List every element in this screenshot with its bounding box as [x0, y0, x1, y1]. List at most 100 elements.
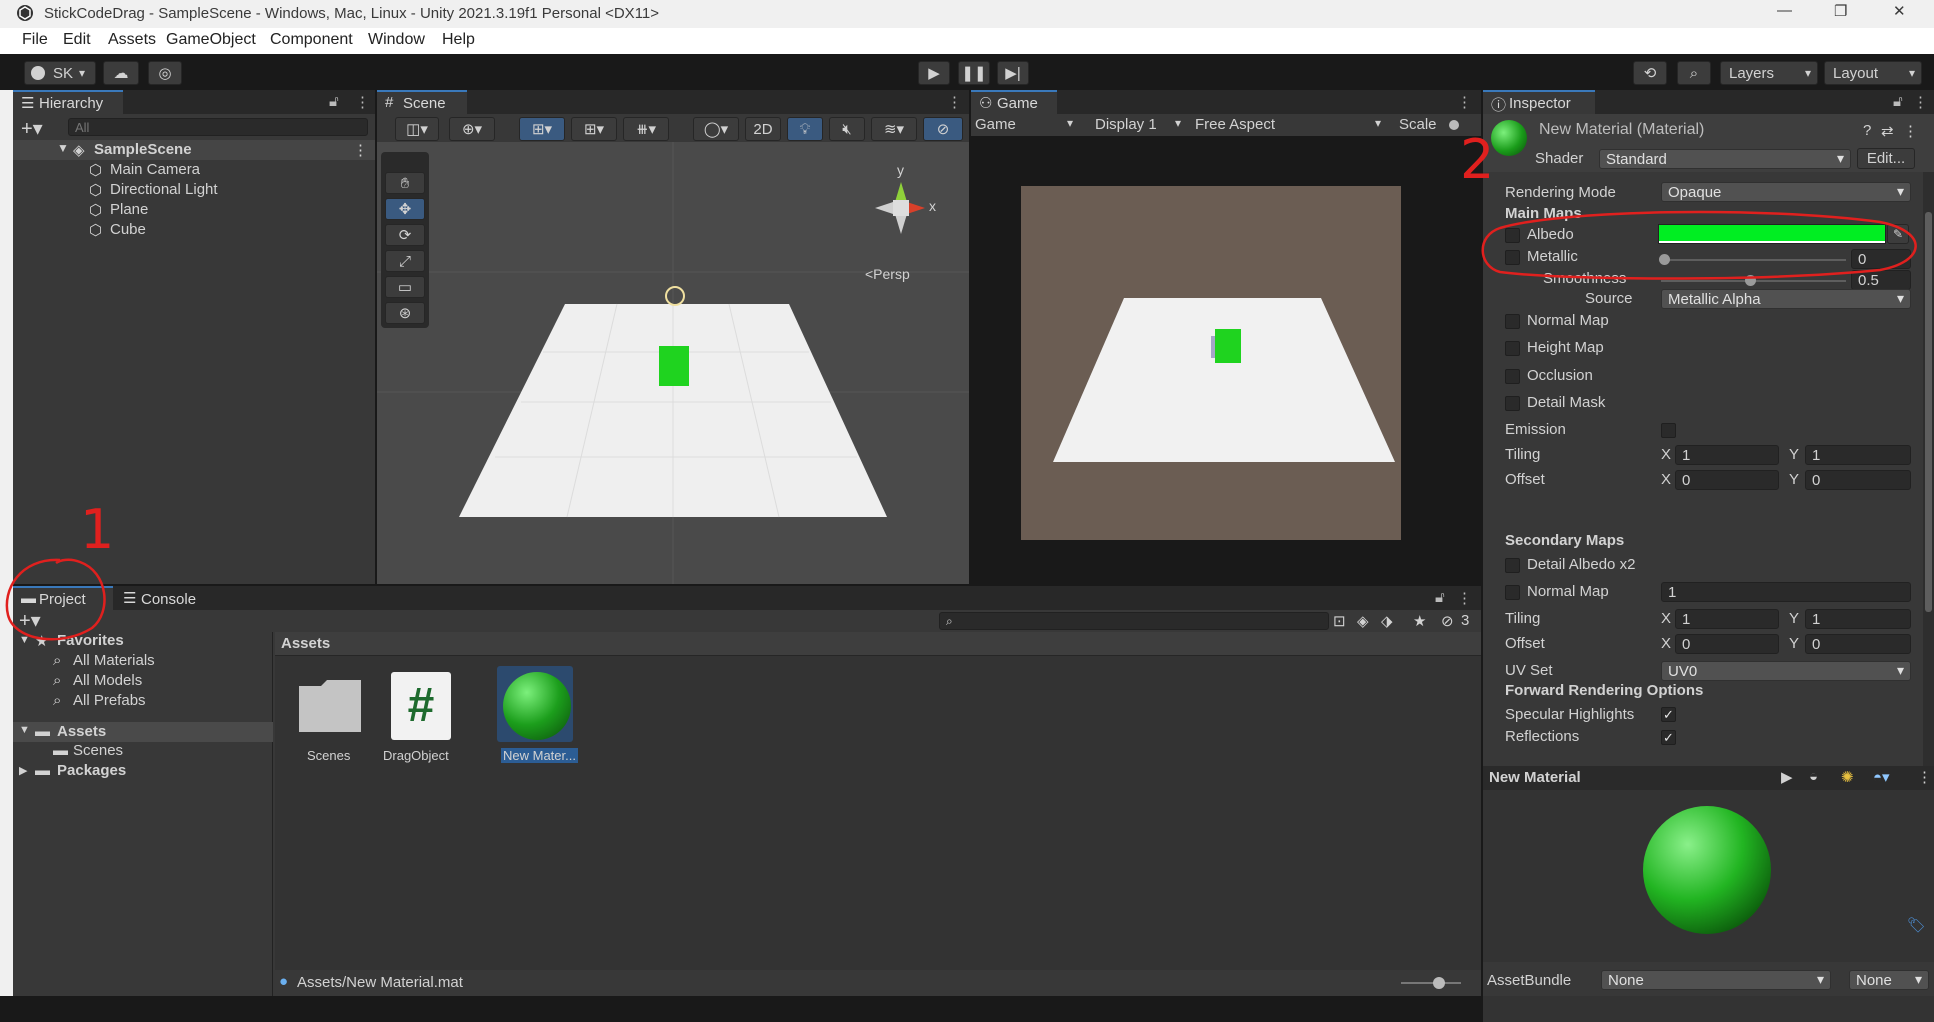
- sphere-preview-icon[interactable]: ◓▾: [1873, 768, 1890, 786]
- fav-all-prefabs[interactable]: All Prefabs: [73, 692, 146, 709]
- occlusion-slot[interactable]: [1505, 369, 1520, 384]
- height-map-slot[interactable]: [1505, 341, 1520, 356]
- transform-tool[interactable]: ⊛: [385, 302, 425, 324]
- sec-offset-y-field[interactable]: 0: [1805, 634, 1911, 654]
- list-item[interactable]: ⬡ Cube: [13, 220, 375, 240]
- tab-inspector[interactable]: ⓘ Inspector: [1483, 90, 1595, 114]
- metallic-texture-slot[interactable]: [1505, 250, 1520, 265]
- emission-checkbox[interactable]: [1661, 423, 1676, 438]
- detail-mask-slot[interactable]: [1505, 396, 1520, 411]
- list-item[interactable]: ⬡ Main Camera: [13, 160, 375, 180]
- search-button[interactable]: ⌕: [1677, 61, 1711, 85]
- search-by-type-icon[interactable]: ⊡: [1333, 612, 1346, 630]
- preview-menu-icon[interactable]: ⋮: [1917, 768, 1932, 786]
- uv-set-dropdown[interactable]: UV0: [1661, 661, 1911, 681]
- collab-button[interactable]: ◎: [148, 61, 182, 85]
- asset-item[interactable]: Scenes: [289, 672, 379, 782]
- history-button[interactable]: ⟲: [1633, 61, 1667, 85]
- rect-tool[interactable]: ▭: [385, 276, 425, 298]
- assetbundle-variant-dropdown[interactable]: None: [1849, 970, 1929, 990]
- scale-tool[interactable]: ⤢: [385, 250, 425, 272]
- scene-row[interactable]: ▼ ◈ SampleScene ⋮: [13, 140, 375, 160]
- pause-button[interactable]: ❚❚: [958, 61, 990, 85]
- menu-window[interactable]: Window: [368, 31, 425, 49]
- lock-icon[interactable]: 🔓︎: [329, 93, 339, 110]
- menu-assets[interactable]: Assets: [108, 31, 156, 49]
- more-menu-icon[interactable]: ⋮: [1913, 93, 1928, 111]
- maximize-button[interactable]: ❐: [1834, 2, 1847, 20]
- favorite-star-icon[interactable]: ★: [1413, 612, 1426, 630]
- list-item[interactable]: ⬡ Directional Light: [13, 180, 375, 200]
- fav-all-models[interactable]: All Models: [73, 672, 142, 689]
- game-viewport[interactable]: [1021, 186, 1401, 540]
- light-preview-icon[interactable]: ✺: [1841, 768, 1854, 786]
- minimize-button[interactable]: —: [1777, 2, 1792, 19]
- play-preview-icon[interactable]: ▶: [1781, 768, 1793, 786]
- presets-icon[interactable]: ⇄: [1881, 122, 1894, 140]
- menu-gameobject[interactable]: GameObject: [166, 31, 256, 49]
- mesh-preview-icon[interactable]: ◒: [1809, 768, 1818, 785]
- project-search-input[interactable]: ⌕: [939, 612, 1329, 630]
- tab-hierarchy[interactable]: ☰ Hierarchy: [13, 90, 123, 114]
- menu-file[interactable]: File: [22, 31, 48, 49]
- inspector-scrollbar[interactable]: [1923, 172, 1934, 852]
- scene-menu-icon[interactable]: ⋮: [353, 141, 368, 159]
- shading-button[interactable]: ◯ ▾: [693, 117, 739, 141]
- display-dropdown[interactable]: Display 1: [1095, 116, 1157, 133]
- sec-tiling-y-field[interactable]: 1: [1805, 609, 1911, 629]
- lock-icon[interactable]: 🔓︎: [1435, 589, 1445, 606]
- asset-item-selected[interactable]: New Mater...: [477, 672, 578, 782]
- step-button[interactable]: ▶|: [997, 61, 1029, 85]
- tiling-x-field[interactable]: 1: [1675, 445, 1779, 465]
- help-icon[interactable]: ?: [1863, 122, 1871, 139]
- layout-dropdown[interactable]: Layout ▾: [1824, 61, 1922, 85]
- game-mode-dropdown[interactable]: Game: [975, 116, 1016, 133]
- normal-map-slot[interactable]: [1505, 314, 1520, 329]
- play-button[interactable]: ▶: [918, 61, 950, 85]
- effects-button[interactable]: ≋ ▾: [871, 117, 917, 141]
- visibility-toggle[interactable]: ⊘: [923, 117, 963, 141]
- cloud-button[interactable]: ☁: [103, 61, 139, 85]
- reflections-checkbox[interactable]: ✓: [1661, 730, 1676, 745]
- hand-tool[interactable]: ✋︎: [385, 172, 425, 194]
- specular-checkbox[interactable]: ✓: [1661, 707, 1676, 722]
- draw-mode-button[interactable]: ◫▾: [395, 117, 439, 141]
- shader-edit-button[interactable]: Edit...: [1857, 148, 1915, 169]
- icon-size-slider-knob[interactable]: [1433, 977, 1445, 989]
- lock-icon[interactable]: 🔓︎: [1893, 93, 1903, 110]
- scale-slider-knob[interactable]: [1449, 120, 1459, 130]
- assets-folder-row[interactable]: ▼ ▬ Assets: [13, 722, 273, 742]
- sec-normal-map-slot[interactable]: [1505, 585, 1520, 600]
- metallic-slider-knob[interactable]: [1659, 254, 1670, 265]
- menu-component[interactable]: Component: [270, 31, 353, 49]
- add-icon[interactable]: +▾: [21, 116, 43, 141]
- 2d-toggle[interactable]: 2D: [745, 117, 781, 141]
- more-menu-icon[interactable]: ⋮: [1457, 93, 1472, 111]
- detail-albedo-slot[interactable]: [1505, 558, 1520, 573]
- breadcrumb[interactable]: Assets: [281, 635, 330, 652]
- scenes-folder[interactable]: Scenes: [73, 742, 123, 759]
- projection-label[interactable]: <Persp: [865, 266, 910, 282]
- albedo-texture-slot[interactable]: [1505, 228, 1520, 243]
- smoothness-slider-knob[interactable]: [1745, 275, 1756, 286]
- filter-type-icon[interactable]: ◈: [1357, 612, 1369, 630]
- favorites-header[interactable]: Favorites: [57, 632, 124, 649]
- account-dropdown[interactable]: SK ▾: [24, 61, 96, 85]
- packages-folder[interactable]: Packages: [57, 762, 126, 779]
- hierarchy-search-input[interactable]: [68, 118, 368, 136]
- rotate-tool[interactable]: ⟳: [385, 224, 425, 246]
- offset-y-field[interactable]: 0: [1805, 470, 1911, 490]
- icon-size-slider[interactable]: [1401, 982, 1461, 984]
- list-item[interactable]: ⬡ Plane: [13, 200, 375, 220]
- audio-toggle[interactable]: 🔇︎: [829, 117, 865, 141]
- layers-dropdown[interactable]: Layers ▾: [1720, 61, 1818, 85]
- smoothness-value[interactable]: 0.5: [1851, 270, 1911, 290]
- sec-offset-x-field[interactable]: 0: [1675, 634, 1779, 654]
- sec-normal-value[interactable]: 1: [1661, 582, 1911, 602]
- aspect-dropdown[interactable]: Free Aspect: [1195, 116, 1275, 133]
- grid-snap-button[interactable]: ⊞ ▾: [519, 117, 565, 141]
- more-menu-icon[interactable]: ⋮: [355, 93, 370, 111]
- shader-dropdown[interactable]: Standard: [1599, 149, 1851, 169]
- hidden-packages-icon[interactable]: ⊘: [1441, 612, 1454, 630]
- eyedropper-button[interactable]: ✎: [1887, 224, 1909, 244]
